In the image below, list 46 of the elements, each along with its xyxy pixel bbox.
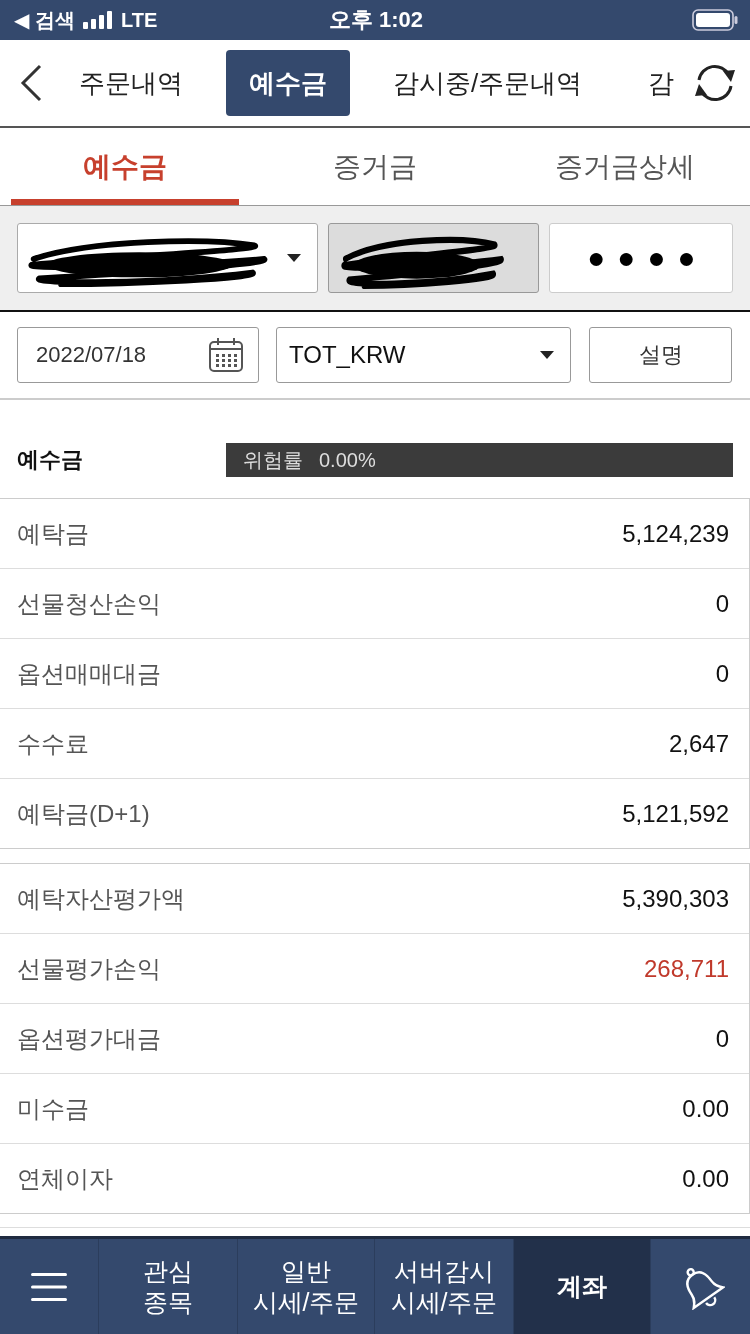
row-value: 5,124,239 bbox=[622, 519, 729, 548]
chevron-left-icon bbox=[20, 64, 42, 102]
date-field[interactable]: 2022/07/18 bbox=[17, 327, 259, 383]
account-select[interactable] bbox=[17, 223, 318, 293]
row-value: 0 bbox=[715, 589, 729, 618]
row-label: 예탁금(D+1) bbox=[17, 798, 150, 829]
row-label: 옵션매매대금 bbox=[17, 658, 161, 689]
row-value: 5,121,592 bbox=[622, 799, 729, 828]
risk-rate-value: 0.00% bbox=[319, 448, 376, 472]
calendar-icon bbox=[208, 337, 244, 373]
row-label: 미수금 bbox=[17, 1093, 89, 1124]
signal-icon bbox=[82, 11, 113, 29]
battery-icon bbox=[692, 9, 738, 31]
row-label: 예탁금 bbox=[17, 518, 89, 549]
row-label: 예탁자산평가액 bbox=[17, 883, 185, 914]
sub-tab[interactable]: 증거금상세 bbox=[511, 128, 739, 205]
nav-tab[interactable]: 감 bbox=[625, 50, 675, 116]
caret-down-icon bbox=[540, 351, 554, 359]
row-value: 0 bbox=[715, 1024, 729, 1053]
currency-select[interactable]: TOT_KRW bbox=[276, 327, 571, 383]
section-title: 예수금 bbox=[17, 446, 84, 474]
sub-tab[interactable]: 증거금 bbox=[261, 128, 489, 205]
row-value: 0.00 bbox=[682, 1094, 729, 1123]
caret-down-icon bbox=[286, 254, 301, 262]
nav-tab[interactable]: 감시중/주문내역 bbox=[370, 50, 606, 116]
refresh-icon bbox=[692, 62, 738, 104]
help-button[interactable]: 설명 bbox=[589, 327, 732, 383]
bottom-nav-tab[interactable]: 계좌 bbox=[514, 1239, 651, 1334]
row-value: 268,711 bbox=[644, 954, 729, 983]
row-value: 2,647 bbox=[668, 729, 729, 758]
row-value: 5,390,303 bbox=[622, 884, 729, 913]
risk-rate-label: 위험률 bbox=[243, 447, 303, 473]
row-label: 수수료 bbox=[17, 728, 89, 759]
row-label: 선물평가손익 bbox=[17, 953, 161, 984]
nav-tab[interactable]: 주문내역 bbox=[56, 50, 206, 116]
row-label: 선물청산손익 bbox=[17, 588, 161, 619]
nav-tab[interactable]: 예수금 bbox=[226, 50, 350, 116]
row-value: 0 bbox=[715, 659, 729, 688]
status-time: 오후 1:02 bbox=[328, 6, 424, 34]
row-label: 연체이자 bbox=[17, 1163, 113, 1194]
row-label: 옵션평가대금 bbox=[17, 1023, 161, 1054]
back-to-app-label[interactable]: ◀ 검색 bbox=[14, 6, 75, 34]
password-field[interactable]: ●●●● bbox=[549, 223, 733, 293]
row-value: 0.00 bbox=[682, 1164, 729, 1193]
network-label: LTE bbox=[120, 8, 158, 32]
menu-icon bbox=[31, 1271, 67, 1302]
